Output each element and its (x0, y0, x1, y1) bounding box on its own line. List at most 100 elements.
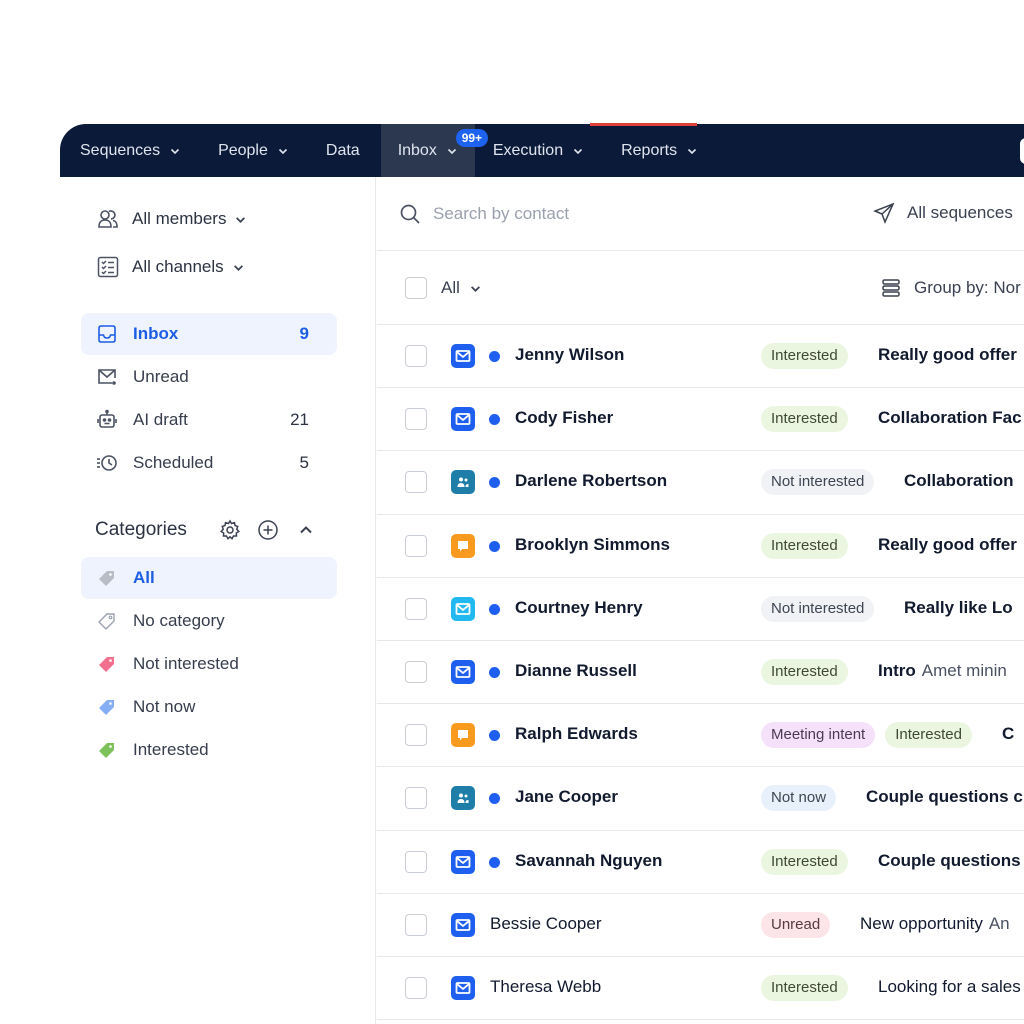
category-label: Not now (133, 697, 196, 716)
category-item[interactable]: No category (81, 600, 337, 642)
robot-icon (97, 409, 117, 428)
members-icon (98, 210, 118, 228)
category-label: Interested (133, 740, 209, 759)
conversation-row[interactable]: Savannah Nguyen Interested Couple question… (377, 831, 1024, 894)
row-tags: Interested (761, 406, 848, 433)
row-checkbox[interactable] (405, 787, 427, 810)
ai-draft-count: 21 (290, 410, 309, 429)
message-subject: Couple questions (878, 851, 1021, 871)
category-item[interactable]: Interested (81, 729, 337, 771)
category-label: All (133, 568, 155, 587)
category-tag: Interested (761, 848, 848, 875)
row-checkbox[interactable] (405, 850, 427, 873)
nav-execution[interactable]: Execution (493, 124, 601, 177)
email-channel-icon (451, 407, 475, 432)
row-tags: Meeting intent Interested (761, 722, 972, 749)
nav-data[interactable]: Data (326, 124, 378, 177)
select-all-dropdown[interactable]: All (441, 278, 481, 298)
email-channel-icon (451, 912, 475, 937)
conversation-row[interactable]: Jenny Wilson Interested Really good offer (377, 325, 1024, 389)
conversation-row[interactable]: Jane Cooper Not now Couple questions c (377, 767, 1024, 831)
row-checkbox[interactable] (405, 913, 427, 936)
nav-reports[interactable]: Reports (590, 123, 715, 177)
sidebar-item-unread[interactable]: Unread (81, 356, 337, 398)
row-checkbox[interactable] (405, 471, 427, 494)
subject-text: Couple questions c (866, 787, 1023, 807)
select-all-checkbox[interactable] (405, 277, 427, 299)
conversation-row[interactable]: Theresa Webb Interested Looking for a sale… (377, 957, 1024, 1021)
unread-dot-indicator (489, 414, 500, 426)
sidebar-item-label: Unread (133, 367, 189, 386)
scheduled-count: 5 (299, 453, 309, 472)
group-by-dropdown[interactable]: Group by: Nor (880, 277, 1021, 299)
contact-name: Brooklyn Simmons (515, 534, 670, 554)
search-input[interactable] (433, 201, 733, 227)
row-checkbox[interactable] (405, 660, 427, 683)
sidebar: All members All channels Inbox 9 Unread … (60, 177, 376, 1024)
message-subject: Collaboration (904, 471, 1014, 491)
email-channel-icon (451, 975, 475, 1000)
chevron-down-icon (574, 148, 583, 154)
conversation-row[interactable]: Ralph Edwards Meeting intent Interested C (377, 704, 1024, 768)
tag-icon (99, 657, 114, 672)
subject-text: Looking for a sales c (878, 976, 1024, 996)
nav-execution-label: Execution (492, 141, 564, 159)
category-tag: Interested (761, 343, 848, 369)
unread-dot-indicator (489, 730, 500, 742)
row-checkbox[interactable] (405, 345, 427, 367)
category-label: No category (133, 611, 225, 630)
nav-people[interactable]: People (218, 124, 306, 177)
sidebar-item-scheduled[interactable]: Scheduled 5 (81, 442, 337, 484)
unread-dot-indicator (489, 793, 500, 805)
row-tags: Unread (761, 911, 831, 938)
row-checkbox[interactable] (405, 408, 427, 431)
category-tag: Interested (761, 406, 848, 433)
row-checkbox[interactable] (405, 534, 427, 557)
group-by-icon (882, 279, 900, 297)
conversation-row[interactable]: Brooklyn Simmons Interested Really good of… (377, 515, 1024, 578)
tag-icon (99, 700, 114, 715)
contact-name: Bessie Cooper (490, 913, 602, 933)
conversation-row[interactable]: Courtney Henry Not interested Really like … (377, 578, 1024, 641)
row-tags: Not interested (761, 595, 875, 622)
row-checkbox[interactable] (405, 976, 427, 999)
category-item[interactable]: Not interested (81, 643, 337, 685)
chevron-down-icon (236, 216, 246, 223)
sidebar-item-ai-draft[interactable]: AI draft 21 (81, 399, 337, 441)
nav-sequences[interactable]: Sequences (80, 124, 198, 177)
nav-inbox[interactable]: Inbox 99+ (380, 124, 489, 177)
contact-name: Jenny Wilson (515, 345, 625, 364)
channels-filter[interactable]: All channels (96, 255, 244, 279)
members-filter[interactable]: All members (96, 207, 246, 231)
contact-name: Jane Cooper (515, 787, 618, 807)
message-preview: An (988, 913, 1010, 933)
category-label: Not interested (133, 654, 239, 673)
chevron-up-icon[interactable] (295, 519, 317, 541)
sequences-filter[interactable]: All sequences (873, 202, 1013, 224)
contact-name: Darlene Robertson (515, 471, 668, 491)
nav-people-label: People (218, 141, 268, 159)
sidebar-item-label: Scheduled (133, 453, 214, 472)
unread-dot-indicator (489, 856, 500, 868)
category-item[interactable]: All (81, 557, 337, 599)
email-channel-icon (451, 596, 475, 621)
sms-channel-icon (451, 533, 475, 558)
row-tags: Interested (761, 343, 848, 369)
gear-icon[interactable] (219, 519, 241, 541)
app-window: Sequences People Data Inbox 99+ Executio… (60, 123, 1024, 1024)
row-tags: Interested (761, 532, 848, 559)
conversation-row[interactable]: Cody Fisher Interested Collaboration Fac (377, 388, 1024, 452)
sidebar-item-inbox[interactable]: Inbox 9 (81, 313, 337, 355)
inbox-list-panel: All sequences All Group by: Nor Jenny Wi… (377, 177, 1024, 1024)
conversation-row[interactable]: Darlene Robertson Not interested Collabora… (377, 451, 1024, 515)
chevron-down-icon (688, 148, 697, 154)
conversation-row[interactable]: Dianne Russell Interested Intro Amet minin (377, 641, 1024, 705)
nav-right-button[interactable] (1020, 138, 1024, 164)
subject-text: Really good offer (878, 345, 1017, 364)
add-category-icon[interactable] (257, 519, 279, 541)
row-checkbox[interactable] (405, 597, 427, 620)
category-item[interactable]: Not now (81, 686, 337, 728)
select-all-label: All (441, 278, 460, 297)
conversation-row[interactable]: Bessie Cooper Unread New opportunity An (377, 894, 1024, 957)
row-checkbox[interactable] (405, 724, 427, 747)
